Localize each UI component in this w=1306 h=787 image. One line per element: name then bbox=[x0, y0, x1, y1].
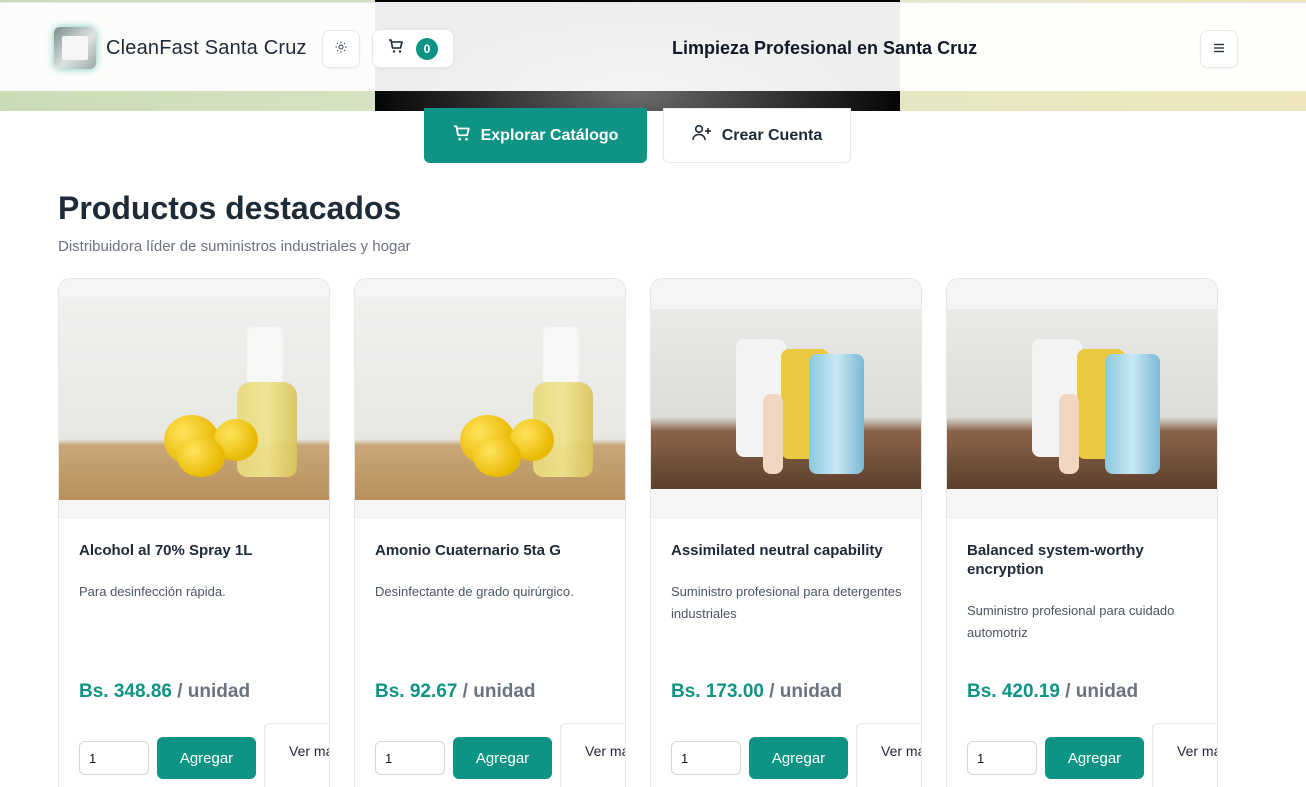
quantity-input[interactable] bbox=[967, 741, 1037, 775]
view-more-button[interactable]: Ver más bbox=[856, 723, 921, 787]
lemon-spray-photo bbox=[355, 297, 625, 500]
product-price: Bs. 92.67 / unidad bbox=[375, 681, 536, 702]
product-description: Desinfectante de grado quirúrgico. bbox=[375, 584, 574, 599]
quantity-input[interactable] bbox=[79, 741, 149, 775]
section-subtitle: Distribuidora líder de suministros indus… bbox=[58, 238, 411, 255]
view-more-button[interactable]: Ver más bbox=[560, 723, 625, 787]
brand-logo[interactable] bbox=[54, 27, 96, 69]
cart-button[interactable]: 0 bbox=[372, 29, 454, 68]
create-account-label: Crear Cuenta bbox=[721, 126, 823, 144]
product-price: Bs. 173.00 / unidad bbox=[671, 681, 843, 702]
add-to-cart-button[interactable]: Agregar bbox=[1045, 737, 1144, 779]
product-card[interactable]: Amonio Cuaternario 5ta G Desinfectante d… bbox=[354, 278, 626, 787]
cart-icon bbox=[453, 124, 471, 147]
page: CleanFast Santa Cruz 0 Limpieza Profesio… bbox=[0, 0, 1306, 787]
product-name[interactable]: Alcohol al 70% Spray 1L bbox=[79, 541, 311, 560]
quantity-input[interactable] bbox=[375, 741, 445, 775]
top-navbar: CleanFast Santa Cruz 0 Limpieza Profesio… bbox=[0, 2, 1306, 91]
section-title: Productos destacados bbox=[58, 190, 402, 226]
product-description: Para desinfección rápida. bbox=[79, 584, 226, 599]
product-image-area[interactable] bbox=[59, 279, 329, 519]
quantity-input[interactable] bbox=[671, 741, 741, 775]
product-description: Suministro profesional para cuidado auto… bbox=[967, 603, 1175, 640]
hamburger-icon bbox=[1213, 40, 1225, 58]
product-name[interactable]: Balanced system-worthy encryption bbox=[967, 541, 1199, 579]
lemon-spray-photo bbox=[59, 297, 329, 500]
explore-catalog-button[interactable]: Explorar Catálogo bbox=[424, 108, 647, 163]
product-image-area[interactable] bbox=[651, 279, 921, 519]
cart-icon bbox=[388, 38, 404, 59]
view-more-button[interactable]: Ver más bbox=[264, 723, 329, 787]
theme-toggle-button[interactable] bbox=[322, 30, 360, 68]
product-image-area[interactable] bbox=[947, 279, 1217, 519]
cart-count-badge: 0 bbox=[416, 37, 438, 60]
add-to-cart-button[interactable]: Agregar bbox=[749, 737, 848, 779]
product-card[interactable]: Alcohol al 70% Spray 1L Para desinfecció… bbox=[58, 278, 330, 787]
cleaning-products-photo bbox=[947, 309, 1217, 489]
explore-catalog-label: Explorar Catálogo bbox=[480, 126, 619, 144]
cleaning-products-photo bbox=[651, 309, 921, 489]
product-card[interactable]: Assimilated neutral capability Suministr… bbox=[650, 278, 922, 787]
add-to-cart-button[interactable]: Agregar bbox=[157, 737, 256, 779]
product-image-area[interactable] bbox=[355, 279, 625, 519]
brand-name[interactable]: CleanFast Santa Cruz bbox=[106, 37, 307, 60]
create-account-button[interactable]: Crear Cuenta bbox=[663, 108, 851, 163]
header-title: Limpieza Profesional en Santa Cruz bbox=[672, 38, 978, 58]
view-more-button[interactable]: Ver más bbox=[1152, 723, 1217, 787]
menu-button[interactable] bbox=[1200, 30, 1238, 68]
user-plus-icon bbox=[691, 124, 712, 147]
product-name[interactable]: Amonio Cuaternario 5ta G bbox=[375, 541, 607, 560]
sun-icon bbox=[335, 40, 347, 58]
product-price: Bs. 420.19 / unidad bbox=[967, 681, 1139, 702]
product-name[interactable]: Assimilated neutral capability bbox=[671, 541, 903, 560]
product-description: Suministro profesional para detergentes … bbox=[671, 584, 902, 621]
product-price: Bs. 348.86 / unidad bbox=[79, 681, 251, 702]
product-card[interactable]: Balanced system-worthy encryption Sumini… bbox=[946, 278, 1218, 787]
add-to-cart-button[interactable]: Agregar bbox=[453, 737, 552, 779]
